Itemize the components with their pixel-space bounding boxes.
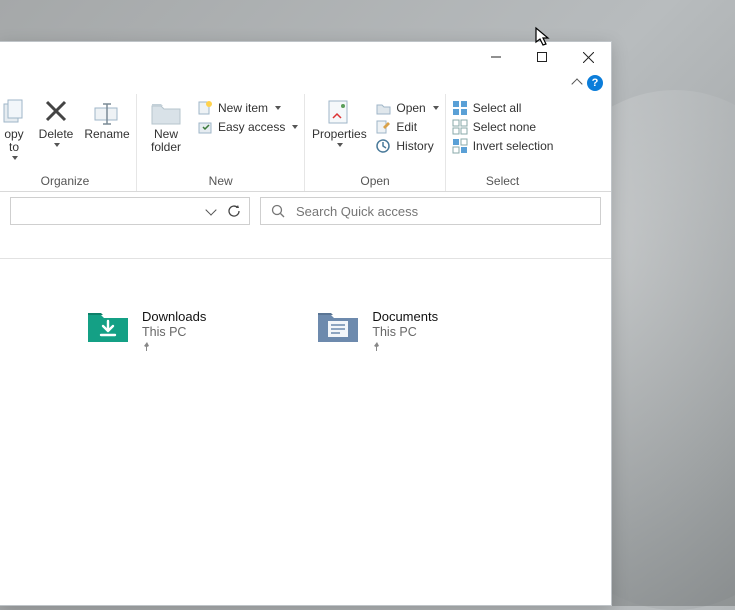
item-location: This PC	[142, 325, 206, 339]
open-label: Open	[396, 101, 425, 115]
open-group-label: Open	[311, 172, 438, 191]
delete-label: Delete	[39, 128, 74, 141]
file-explorer-window: ? opy to Delete	[0, 41, 612, 606]
maximize-button[interactable]	[519, 42, 565, 72]
select-all-button[interactable]: Select all	[452, 100, 554, 116]
quickaccess-item-downloads[interactable]: Downloads This PC	[86, 309, 206, 355]
item-location: This PC	[372, 325, 438, 339]
copy-to-label: opy to	[0, 128, 28, 154]
new-item-button[interactable]: New item	[197, 100, 298, 116]
invert-selection-button[interactable]: Invert selection	[452, 138, 554, 154]
close-button[interactable]	[565, 42, 611, 72]
documents-folder-icon	[316, 309, 358, 343]
downloads-folder-icon	[86, 309, 128, 343]
new-item-label: New item	[218, 101, 268, 115]
select-none-icon	[452, 119, 468, 135]
easy-access-button[interactable]: Easy access	[197, 119, 298, 135]
collapse-ribbon-icon[interactable]	[571, 78, 582, 89]
organize-group-label: Organize	[0, 172, 130, 191]
help-icon[interactable]: ?	[587, 75, 603, 91]
delete-icon	[43, 98, 69, 126]
refresh-icon[interactable]	[227, 204, 241, 218]
ribbon-subbar: ?	[0, 72, 611, 94]
new-folder-icon	[150, 98, 182, 126]
history-label: History	[396, 139, 433, 153]
new-folder-label: New folder	[143, 128, 189, 154]
edit-icon	[375, 119, 391, 135]
address-bar[interactable]	[10, 197, 250, 225]
item-name: Documents	[372, 309, 438, 324]
navigation-bar	[0, 192, 611, 230]
select-all-label: Select all	[473, 101, 522, 115]
open-button[interactable]: Open	[375, 100, 438, 116]
history-icon	[375, 138, 391, 154]
new-item-icon	[197, 100, 213, 116]
ribbon-group-new: New folder New item Easy acces	[137, 94, 305, 191]
rename-label: Rename	[84, 128, 129, 141]
content-pane: Downloads This PC Documents This PC	[0, 259, 611, 355]
edit-button[interactable]: Edit	[375, 119, 438, 135]
delete-button[interactable]: Delete	[36, 98, 76, 147]
search-input[interactable]	[296, 204, 590, 219]
select-none-label: Select none	[473, 120, 536, 134]
properties-label: Properties	[312, 128, 367, 141]
open-icon	[375, 100, 391, 116]
new-folder-button[interactable]: New folder	[143, 98, 189, 154]
copy-to-button[interactable]: opy to	[0, 98, 28, 160]
invert-selection-icon	[452, 138, 468, 154]
search-box[interactable]	[260, 197, 601, 225]
search-icon	[271, 204, 286, 219]
rename-icon	[93, 98, 121, 126]
properties-button[interactable]: Properties	[311, 98, 367, 147]
ribbon-group-organize: opy to Delete Rename Organize	[0, 94, 137, 191]
minimize-button[interactable]	[473, 42, 519, 72]
item-name: Downloads	[142, 309, 206, 324]
select-none-button[interactable]: Select none	[452, 119, 554, 135]
easy-access-label: Easy access	[218, 120, 285, 134]
quickaccess-item-documents[interactable]: Documents This PC	[316, 309, 438, 355]
ribbon-group-select: Select all Select none Invert selection	[446, 94, 560, 191]
select-group-label: Select	[452, 172, 554, 191]
pin-icon	[372, 341, 438, 355]
rename-button[interactable]: Rename	[84, 98, 130, 141]
copy-to-icon	[2, 98, 26, 126]
ribbon: opy to Delete Rename Organize	[0, 94, 611, 192]
pin-icon	[142, 341, 206, 355]
properties-icon	[325, 98, 353, 126]
address-dropdown-icon[interactable]	[205, 204, 216, 215]
edit-label: Edit	[396, 120, 417, 134]
select-all-icon	[452, 100, 468, 116]
history-button[interactable]: History	[375, 138, 438, 154]
ribbon-group-open: Properties Open Edi	[305, 94, 445, 191]
titlebar	[0, 42, 611, 72]
invert-selection-label: Invert selection	[473, 139, 554, 153]
easy-access-icon	[197, 119, 213, 135]
new-group-label: New	[143, 172, 298, 191]
